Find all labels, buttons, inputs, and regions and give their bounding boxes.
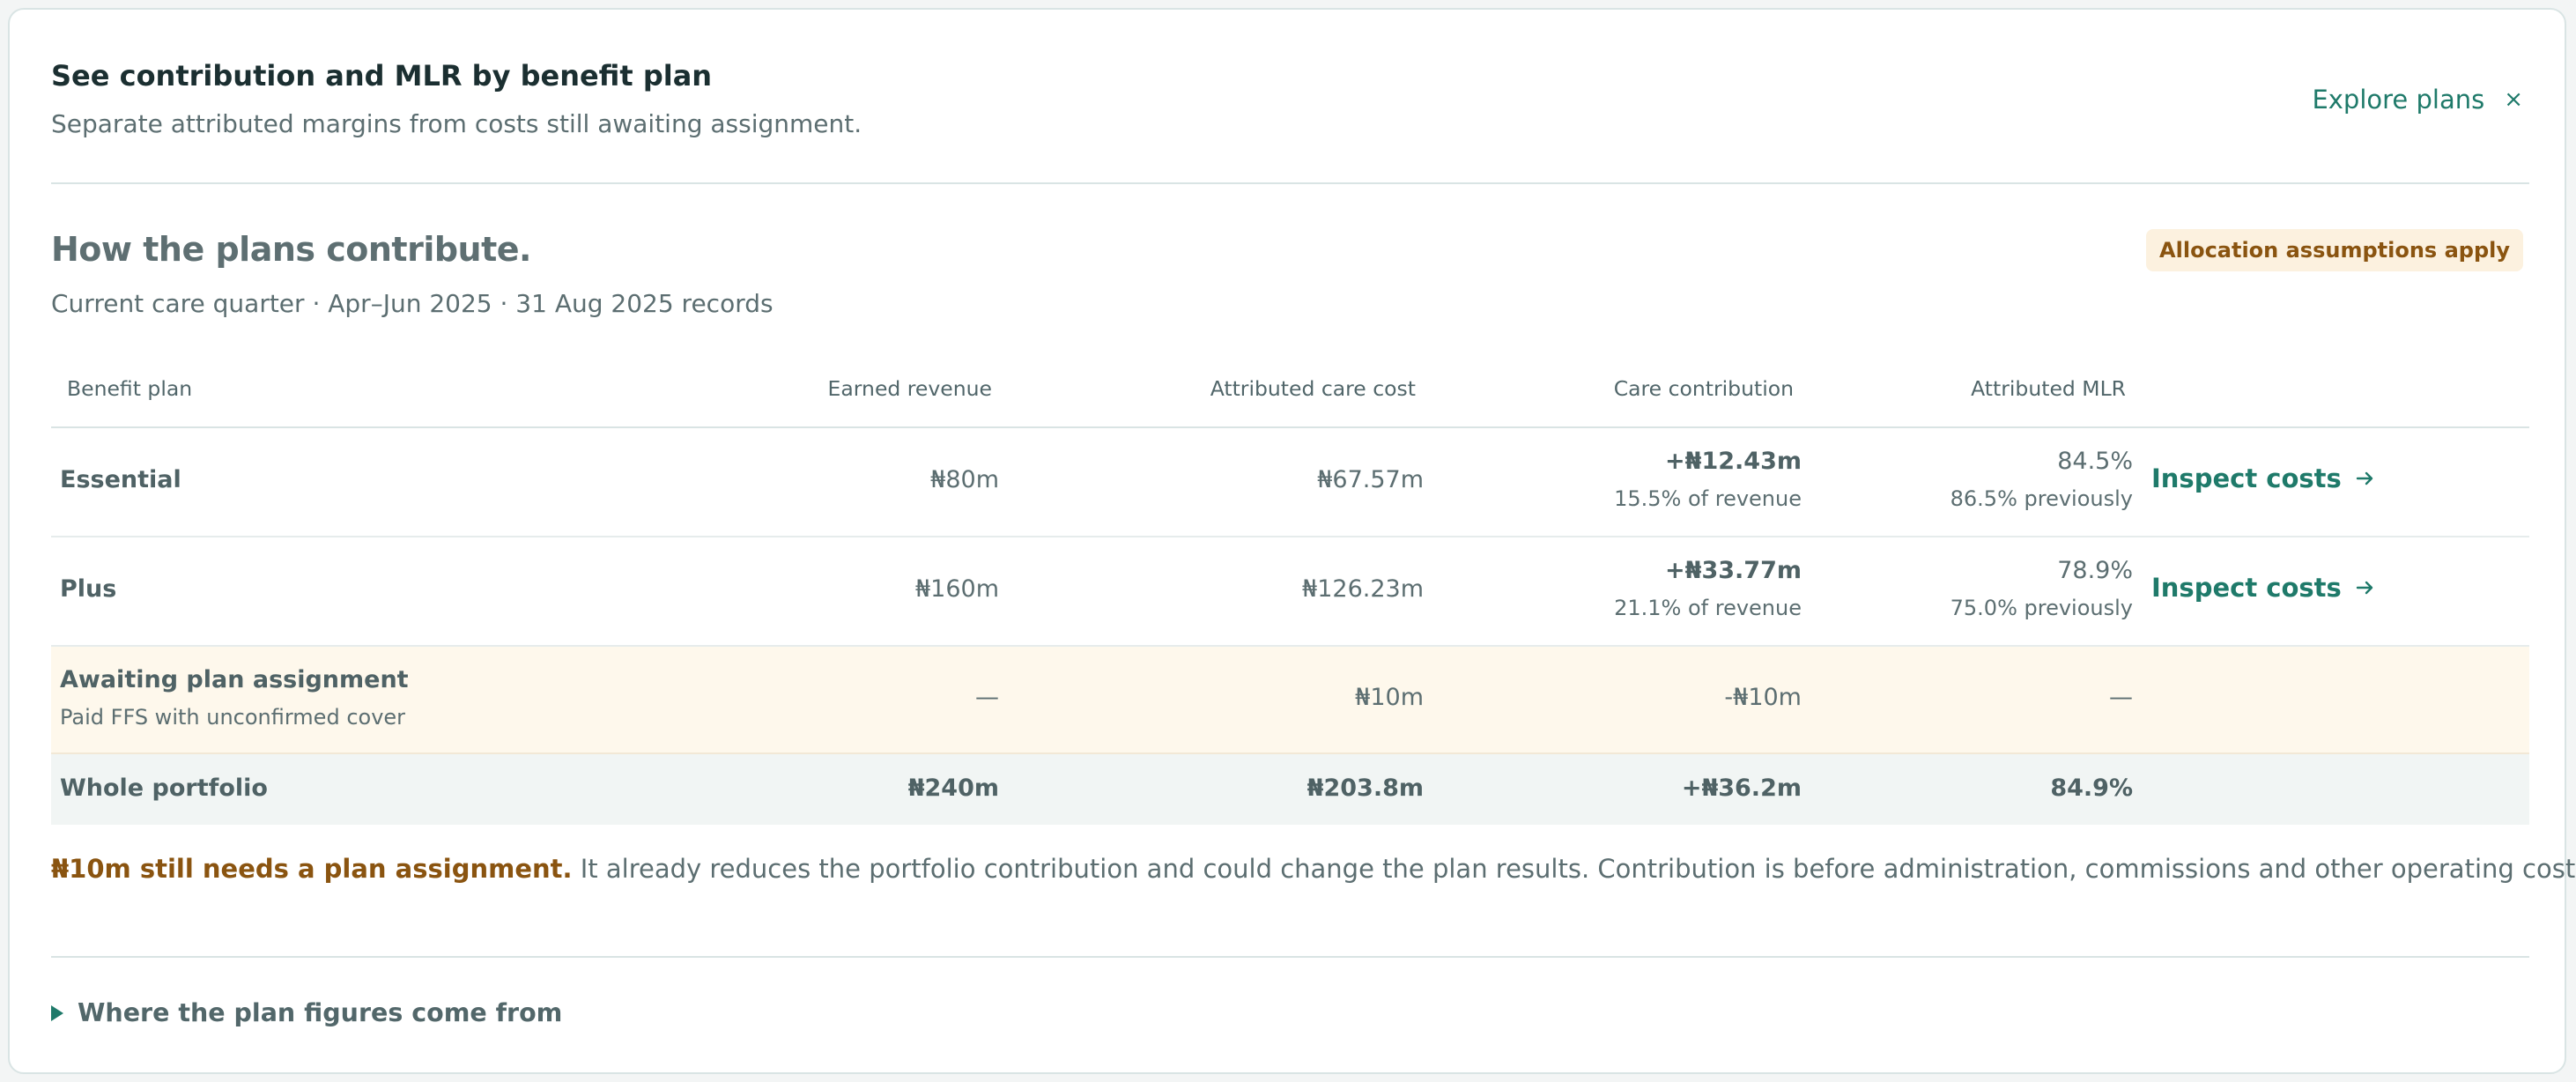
contribution-share: 21.1% of revenue — [1614, 596, 1802, 620]
col-care-contribution: Care contribution — [1613, 376, 1794, 401]
plan-name: Whole portfolio — [60, 774, 268, 802]
col-benefit-plan: Benefit plan — [67, 376, 193, 401]
attributed-care-cost: ₦67.57m — [1317, 466, 1424, 493]
attributed-care-cost: ₦203.8m — [1307, 774, 1424, 802]
arrow-right-icon — [2356, 581, 2372, 595]
plan-figures-disclosure[interactable]: Where the plan figures come from — [51, 998, 2529, 1027]
col-attributed-mlr: Attributed MLR — [1971, 376, 2126, 401]
care-contribution: +₦12.43m — [1665, 448, 1802, 475]
card-subtitle: Separate attributed margins from costs s… — [51, 109, 862, 138]
benefit-plan-card: See contribution and MLR by benefit plan… — [8, 8, 2576, 1074]
col-earned-revenue: Earned revenue — [827, 376, 992, 401]
awaiting-assignment-row: Awaiting plan assignment Paid FFS with u… — [51, 647, 2529, 754]
explore-plans-label: Explore plans — [2312, 85, 2485, 115]
attributed-mlr: — — [2109, 684, 2133, 711]
attributed-mlr: 84.9% — [2050, 774, 2133, 802]
note-text: It already reduces the portfolio contrib… — [572, 854, 2576, 884]
earned-revenue: ₦240m — [907, 774, 999, 802]
table-row: Essential ₦80m ₦67.57m +₦12.43m 15.5% of… — [51, 428, 2529, 537]
mlr-previous: 86.5% previously — [1950, 486, 2133, 511]
plan-name: Essential — [60, 466, 181, 493]
care-contribution: -₦10m — [1724, 684, 1802, 711]
close-icon[interactable]: × — [2504, 86, 2523, 113]
care-contribution: +₦33.77m — [1665, 557, 1802, 584]
col-attributed-care-cost: Attributed care cost — [1210, 376, 1416, 401]
allocation-badge: Allocation assumptions apply — [2146, 229, 2523, 271]
inspect-costs-label: Inspect costs — [2151, 463, 2342, 493]
contribution-share: 15.5% of revenue — [1614, 486, 1802, 511]
attributed-mlr: 84.5% — [2057, 448, 2133, 475]
attributed-care-cost: ₦10m — [1355, 684, 1424, 711]
table-header: Benefit plan Earned revenue Attributed c… — [51, 353, 2529, 428]
disclosure-label: Where the plan figures come from — [78, 998, 563, 1027]
divider — [51, 182, 2529, 184]
divider — [51, 956, 2529, 958]
arrow-right-icon — [2356, 471, 2372, 485]
earned-revenue: ₦160m — [914, 575, 999, 603]
inspect-costs-link[interactable]: Inspect costs — [2151, 463, 2375, 493]
mlr-previous: 75.0% previously — [1950, 596, 2133, 620]
earned-revenue: — — [975, 684, 999, 711]
plans-table: Benefit plan Earned revenue Attributed c… — [51, 353, 2529, 825]
plan-name: Awaiting plan assignment — [60, 666, 409, 693]
inspect-costs-link[interactable]: Inspect costs — [2151, 573, 2375, 603]
inspect-costs-label: Inspect costs — [2151, 573, 2342, 603]
total-row: Whole portfolio ₦240m ₦203.8m +₦36.2m 84… — [51, 754, 2529, 825]
care-contribution: +₦36.2m — [1681, 774, 1802, 802]
section-subtitle: Current care quarter · Apr–Jun 2025 · 31… — [51, 289, 774, 318]
earned-revenue: ₦80m — [930, 466, 999, 493]
attributed-care-cost: ₦126.23m — [1302, 575, 1424, 603]
plan-note: Paid FFS with unconfirmed cover — [60, 705, 406, 730]
card-title: See contribution and MLR by benefit plan — [51, 59, 713, 93]
note-highlight: ₦10m still needs a plan assignment. — [51, 854, 573, 884]
explore-plans-button[interactable]: Explore plans × — [2312, 85, 2523, 115]
disclosure-triangle-icon — [51, 1004, 63, 1021]
attributed-mlr: 78.9% — [2057, 557, 2133, 584]
assignment-note: ₦10m still needs a plan assignment. It a… — [51, 854, 2576, 884]
table-row: Plus ₦160m ₦126.23m +₦33.77m 21.1% of re… — [51, 537, 2529, 647]
plan-name: Plus — [60, 575, 117, 603]
